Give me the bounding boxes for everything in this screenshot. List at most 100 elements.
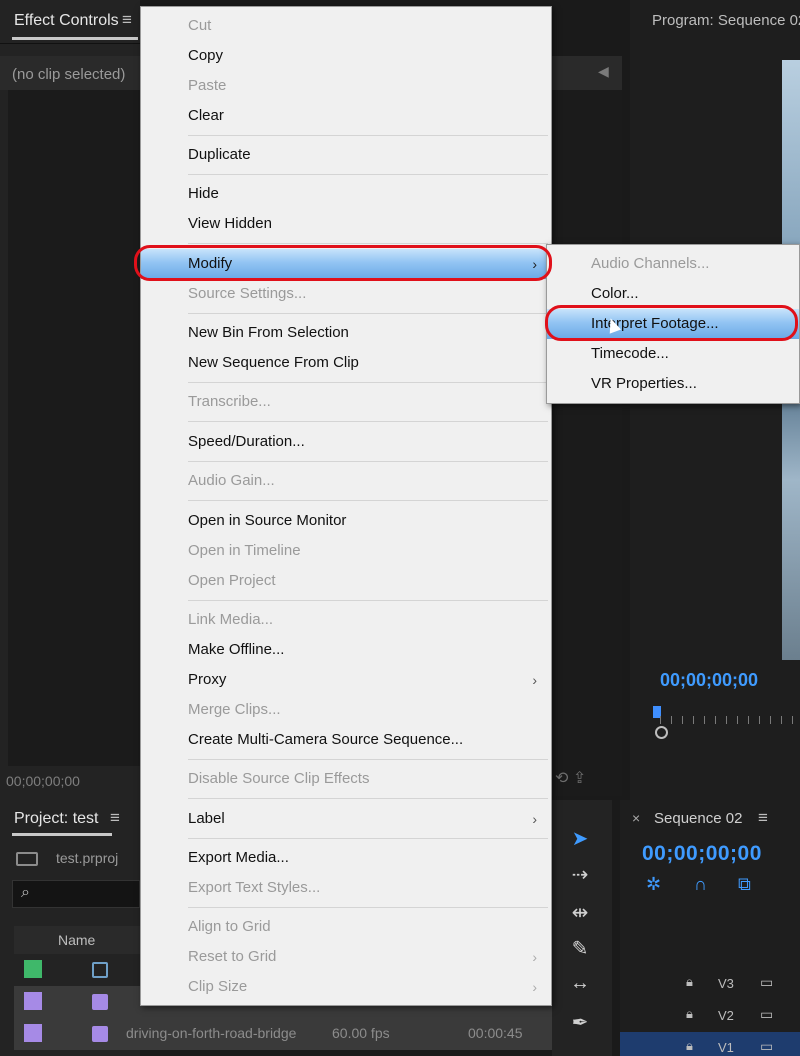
menu-item-merge-clips[interactable]: Merge Clips...: [141, 695, 551, 725]
menu-item-open-project[interactable]: Open Project: [141, 566, 551, 596]
tab-sequence[interactable]: Sequence 02: [654, 810, 742, 827]
playhead-knob-icon[interactable]: [655, 726, 668, 739]
menu-item-transcribe[interactable]: Transcribe...: [141, 387, 551, 417]
menu-item-clear[interactable]: Clear: [141, 101, 551, 131]
menu-item-speed-duration[interactable]: Speed/Duration...: [141, 427, 551, 457]
menu-separator: [188, 135, 548, 136]
panel-menu-icon[interactable]: ≡: [122, 10, 132, 30]
menu-item-reset-to-grid[interactable]: Reset to Grid ›: [141, 942, 551, 972]
clip-name: driving-on-forth-road-bridge: [126, 1025, 297, 1041]
ripple-edit-tool-icon[interactable]: ⇹: [566, 900, 594, 925]
active-tab-indicator: [12, 833, 112, 836]
menu-item-make-offline[interactable]: Make Offline...: [141, 635, 551, 665]
menu-separator: [188, 174, 548, 175]
linked-selection-icon[interactable]: ⧉: [738, 874, 751, 895]
program-timecode[interactable]: 00;00;00;00: [660, 670, 758, 691]
menu-item-label[interactable]: Label ›: [141, 804, 551, 834]
menu-separator: [188, 798, 548, 799]
label-color-swatch: [24, 960, 42, 978]
submenu-item-audio-channels[interactable]: Audio Channels...: [547, 249, 799, 279]
timeline-area-header: [552, 56, 622, 90]
menu-item-modify[interactable]: Modify ›: [141, 249, 551, 279]
lock-icon[interactable]: 🔒︎: [686, 974, 693, 990]
menu-separator: [188, 421, 548, 422]
folder-icon[interactable]: [16, 852, 38, 866]
menu-separator: [188, 759, 548, 760]
camera-icon[interactable]: ▭: [760, 1038, 773, 1055]
razor-tool-icon[interactable]: ✎: [566, 936, 594, 961]
menu-item-source-settings[interactable]: Source Settings...: [141, 279, 551, 309]
context-menu: Cut Copy Paste Clear Duplicate Hide View…: [140, 6, 552, 1006]
menu-item-link-media[interactable]: Link Media...: [141, 605, 551, 635]
search-icon: ⌕: [21, 884, 30, 901]
snap-icon[interactable]: ∩: [694, 874, 707, 895]
menu-item-disable-source-clip-effects[interactable]: Disable Source Clip Effects: [141, 764, 551, 794]
project-file-name: test.prproj: [56, 850, 119, 866]
tab-effect-controls[interactable]: Effect Controls: [14, 12, 119, 30]
time-ruler[interactable]: [660, 716, 800, 724]
panel-menu-icon[interactable]: ≡: [110, 808, 120, 828]
effect-controls-timecode: 00;00;00;00: [6, 773, 80, 789]
active-tab-indicator: [12, 37, 138, 40]
search-input[interactable]: [12, 880, 140, 908]
nest-icon[interactable]: ✲: [646, 874, 661, 895]
lock-icon[interactable]: 🔒︎: [686, 1038, 693, 1054]
camera-icon[interactable]: ▭: [760, 1006, 773, 1023]
track-select-tool-icon[interactable]: ⇢: [566, 862, 594, 887]
no-clip-label: (no clip selected): [12, 66, 126, 83]
chevron-right-icon: ›: [532, 811, 537, 827]
slip-tool-icon[interactable]: ↔: [566, 972, 594, 995]
name-column-header[interactable]: Name: [58, 932, 95, 948]
label-color-swatch: [24, 1024, 42, 1042]
effect-controls-timeline-area: [552, 56, 622, 796]
panel-menu-icon[interactable]: ≡: [758, 808, 768, 828]
menu-item-new-bin-from-selection[interactable]: New Bin From Selection: [141, 318, 551, 348]
track-label-v1: V1: [718, 1040, 734, 1055]
tab-program-monitor[interactable]: Program: Sequence 02: [652, 12, 800, 29]
submenu-item-timecode[interactable]: Timecode...: [547, 339, 799, 369]
menu-item-proxy[interactable]: Proxy ›: [141, 665, 551, 695]
lock-icon[interactable]: 🔒︎: [686, 1006, 693, 1022]
menu-item-audio-gain[interactable]: Audio Gain...: [141, 466, 551, 496]
collapse-arrow-icon[interactable]: ◀: [598, 63, 609, 80]
menu-item-align-to-grid[interactable]: Align to Grid: [141, 912, 551, 942]
effect-controls-body: [8, 90, 140, 766]
camera-icon[interactable]: ▭: [760, 974, 773, 991]
menu-item-export-media[interactable]: Export Media...: [141, 843, 551, 873]
menu-item-new-sequence-from-clip[interactable]: New Sequence From Clip: [141, 348, 551, 378]
tab-project[interactable]: Project: test: [14, 810, 98, 828]
menu-item-clip-size[interactable]: Clip Size ›: [141, 972, 551, 1002]
menu-item-paste[interactable]: Paste: [141, 71, 551, 101]
menu-item-duplicate[interactable]: Duplicate: [141, 140, 551, 170]
menu-item-create-multi-camera[interactable]: Create Multi-Camera Source Sequence...: [141, 725, 551, 755]
pen-tool-icon[interactable]: ✒: [566, 1010, 594, 1035]
selection-tool-icon[interactable]: ➤: [566, 826, 594, 851]
menu-separator: [188, 461, 548, 462]
chevron-right-icon: ›: [532, 672, 537, 688]
clip-icon: [92, 1026, 108, 1042]
menu-separator: [188, 500, 548, 501]
track-label-v3: V3: [718, 976, 734, 991]
submenu-item-vr-properties[interactable]: VR Properties...: [547, 369, 799, 399]
menu-separator: [188, 907, 548, 908]
menu-item-cut[interactable]: Cut: [141, 11, 551, 41]
menu-item-open-in-source-monitor[interactable]: Open in Source Monitor: [141, 506, 551, 536]
menu-item-hide[interactable]: Hide: [141, 179, 551, 209]
menu-separator: [188, 243, 548, 244]
menu-item-export-text-styles[interactable]: Export Text Styles...: [141, 873, 551, 903]
modify-submenu: Audio Channels... Color... Interpret Foo…: [546, 244, 800, 404]
sequence-timecode[interactable]: 00;00;00;00: [642, 842, 762, 866]
submenu-item-interpret-footage[interactable]: Interpret Footage...: [547, 309, 799, 339]
track-label-v2: V2: [718, 1008, 734, 1023]
menu-item-copy[interactable]: Copy: [141, 41, 551, 71]
clip-icon: [92, 994, 108, 1010]
menu-item-open-in-timeline[interactable]: Open in Timeline: [141, 536, 551, 566]
menu-item-view-hidden[interactable]: View Hidden: [141, 209, 551, 239]
close-icon[interactable]: ×: [632, 810, 640, 826]
label-color-swatch: [24, 992, 42, 1010]
sequence-icon: [92, 962, 108, 978]
export-frame-icon[interactable]: ⟲ ⇪: [555, 768, 586, 788]
submenu-item-color[interactable]: Color...: [547, 279, 799, 309]
chevron-right-icon: ›: [532, 949, 537, 965]
menu-separator: [188, 600, 548, 601]
